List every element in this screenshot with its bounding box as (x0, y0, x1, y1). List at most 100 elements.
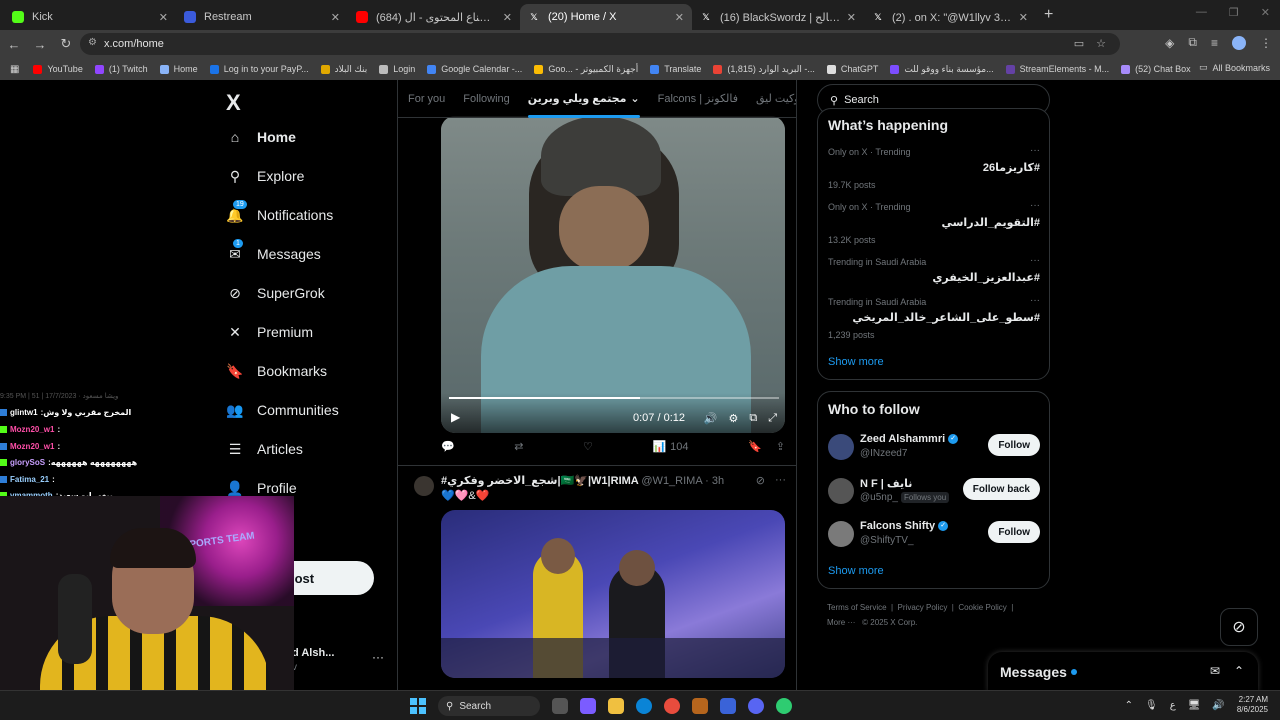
settings-icon[interactable]: ⚙ (728, 412, 738, 425)
bookmark-item[interactable]: Login (379, 64, 415, 75)
trends-show-more[interactable]: Show more (828, 356, 884, 368)
pip-icon[interactable]: ⧉ (749, 412, 757, 425)
browser-tab[interactable]: Restream ✕ (176, 4, 348, 30)
bookmark-item[interactable]: Home (159, 64, 198, 75)
new-message-icon[interactable]: ✉ (1210, 664, 1220, 678)
browser-menu-icon[interactable]: ⋮ (1260, 36, 1272, 50)
reply-icon[interactable]: 💬 (441, 440, 455, 453)
trend-more-icon[interactable]: ··· (1030, 255, 1040, 266)
timeline-tab[interactable]: Following (463, 80, 509, 118)
more-options-icon[interactable]: ··· (372, 650, 384, 664)
bookmark-item[interactable]: ChatGPT (826, 64, 878, 75)
close-tab-icon[interactable]: ✕ (331, 11, 340, 24)
tweet-author[interactable]: #شجع_الاخضر وفكري|🇸🇦🦅|W1|RIMA @W1_RIMA ·… (441, 474, 724, 487)
nav-item-explore[interactable]: ⚲ Explore (227, 168, 305, 185)
task-view-icon[interactable] (552, 698, 568, 714)
follow-back-button[interactable]: Follow back (962, 478, 1040, 500)
nav-item-profile[interactable]: 👤 Profile (226, 480, 296, 497)
share-icon[interactable]: ⇪ (776, 440, 785, 453)
url-bar[interactable]: ⚙ x.com/home ▭ ☆ (80, 33, 1120, 55)
tab-search-icon[interactable]: ≡ (1211, 36, 1218, 50)
more-link[interactable]: More ··· (827, 618, 855, 627)
network-icon[interactable]: 🖥 (1188, 700, 1201, 711)
trend-item[interactable]: Only on X · Trending ··· #التقويم_الدراسي 1… (828, 200, 1040, 245)
close-tab-icon[interactable]: ✕ (1019, 11, 1028, 24)
browser-tab[interactable]: 𝕏 (20) Home / X ✕ (520, 4, 692, 30)
copilot-icon[interactable] (580, 698, 596, 714)
views-count[interactable]: 📊 104 (652, 440, 688, 454)
browser-tab[interactable]: Kick ✕ (4, 4, 176, 30)
browser-tab[interactable]: 𝕏 (16) BlackSwordz | صالح (@Rea ✕ (692, 4, 864, 30)
reload-icon[interactable]: ↻ (54, 36, 78, 52)
tweet-author-avatar[interactable] (414, 476, 434, 496)
trend-more-icon[interactable]: ··· (1030, 200, 1040, 211)
all-bookmarks-button[interactable]: ▭ All Bookmarks (1192, 62, 1270, 73)
follow-avatar[interactable] (828, 521, 854, 547)
mic-tray-icon[interactable]: 🎙 (1145, 700, 1158, 711)
trend-item[interactable]: Trending in Saudi Arabia ··· #عبدالعزيز_ال… (828, 255, 1040, 284)
tweet[interactable]: #شجع_الاخضر وفكري|🇸🇦🦅|W1|RIMA @W1_RIMA ·… (398, 466, 796, 690)
bookmark-item[interactable]: YouTube (33, 64, 83, 75)
site-info-icon[interactable]: ⚙ (88, 37, 97, 48)
tweet-image[interactable] (441, 510, 785, 678)
trend-item[interactable]: Trending in Saudi Arabia ··· #سطو_على_الشا… (828, 295, 1040, 340)
chevron-down-icon[interactable]: ⌄ (630, 92, 639, 105)
timeline-tab[interactable]: For you (408, 80, 445, 118)
volume-tray-icon[interactable]: 🔊 (1212, 700, 1224, 711)
play-icon[interactable]: ▶ (451, 410, 460, 424)
new-tab-button[interactable]: + (1044, 6, 1053, 24)
bookmark-item[interactable]: (1,815) البريد الوارد -... (713, 64, 815, 75)
like-icon[interactable]: ♡ (583, 440, 593, 453)
restore-icon[interactable]: ❐ (1229, 6, 1239, 19)
expand-icon[interactable]: ⌃ (1234, 664, 1244, 678)
bookmark-item[interactable]: (1) Twitch (94, 64, 148, 75)
browser-app-icon[interactable] (776, 698, 792, 714)
close-tab-icon[interactable]: ✕ (159, 11, 168, 24)
follow-button[interactable]: Follow (988, 434, 1040, 456)
nav-item-articles[interactable]: ☰ Articles (227, 441, 303, 458)
bookmark-item[interactable]: Google Calendar -... (427, 64, 522, 75)
extension-icon[interactable]: ◈ (1165, 36, 1174, 50)
tweet-video[interactable]: ▶ 0:07 / 0:12 🔊 ⚙ ⧉ ⤢ (441, 116, 785, 433)
nav-item-messages[interactable]: ✉ 1 Messages (227, 238, 321, 262)
windows-start-icon[interactable] (410, 698, 426, 714)
bookmark-item[interactable]: Log in to your PayP... (209, 64, 309, 75)
discord-icon[interactable] (748, 698, 764, 714)
trend-item[interactable]: Only on X · Trending ··· #كاريزما26 19.7K p… (828, 145, 1040, 190)
messages-drawer[interactable]: Messages ✉ ⌃ (988, 652, 1258, 690)
timeline-tab[interactable]: Falcons | فالكونز (658, 80, 738, 118)
back-icon[interactable]: ← (2, 37, 26, 52)
bookmark-item[interactable]: Goo... - أجهزة الكمبيوتر (534, 64, 638, 75)
obs-icon[interactable] (720, 698, 736, 714)
language-indicator[interactable]: ع (1170, 700, 1176, 711)
browser-profile-avatar[interactable] (1232, 35, 1246, 50)
trend-more-icon[interactable]: ··· (1030, 295, 1040, 306)
close-window-icon[interactable]: ✕ (1261, 6, 1270, 19)
tweet-more-icon[interactable]: ··· (775, 474, 786, 487)
follow-avatar[interactable] (828, 434, 854, 460)
follow-suggestion[interactable]: N F | نايف @u5np_ Follows you Follow back (828, 476, 1040, 510)
browser-tab[interactable]: 𝕏 (2) . on X: "@W1llyv 3-0 يبي يو" ✕ (864, 4, 1036, 30)
bookmark-tweet-icon[interactable]: 🔖 (748, 440, 762, 453)
tray-chevron-icon[interactable]: ⌃ (1125, 700, 1133, 711)
chrome-icon[interactable] (664, 698, 680, 714)
grok-icon[interactable]: ⊘ (1220, 608, 1258, 646)
x-logo[interactable]: X (226, 90, 241, 116)
clock[interactable]: 2:27 AM 8/6/2025 (1237, 695, 1268, 715)
browser-tab[interactable]: (684) دوري صناع المحتوى - ال ✕ (348, 4, 520, 30)
apps-grid-icon[interactable]: ▦ (10, 64, 19, 75)
nav-item-communities[interactable]: 👥 Communities (226, 402, 338, 419)
trend-more-icon[interactable]: ··· (1030, 145, 1040, 156)
follow-show-more[interactable]: Show more (828, 565, 884, 577)
follow-avatar[interactable] (828, 478, 854, 504)
bookmark-item[interactable]: Translate (650, 64, 701, 75)
terms-link[interactable]: Terms of Service (827, 603, 887, 612)
close-tab-icon[interactable]: ✕ (675, 11, 684, 24)
star-bookmark-icon[interactable]: ☆ (1096, 37, 1106, 50)
bookmark-item[interactable]: مؤسسة بناء ووقو للت... (890, 64, 994, 75)
repost-icon[interactable]: ⇄ (514, 440, 523, 453)
puzzle-extensions-icon[interactable]: ⧉ (1188, 35, 1197, 50)
follow-suggestion[interactable]: Zeed Alshammri ✓ @INzeed7 Follow (828, 432, 1040, 466)
cookie-link[interactable]: Cookie Policy (958, 603, 1006, 612)
forward-icon[interactable]: → (28, 37, 52, 52)
